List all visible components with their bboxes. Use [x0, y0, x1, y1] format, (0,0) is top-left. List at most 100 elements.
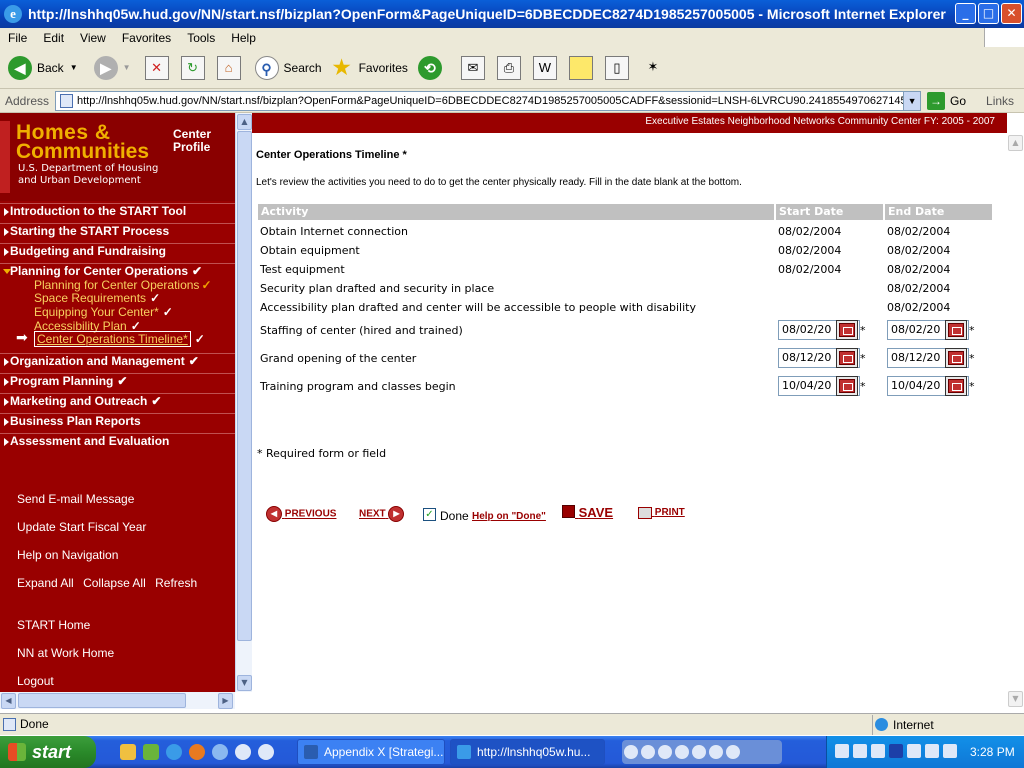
- calendar-icon[interactable]: [836, 348, 858, 368]
- media-player-toolbar[interactable]: [622, 740, 782, 764]
- media-back-icon[interactable]: [692, 745, 706, 759]
- edit-icon[interactable]: W: [532, 55, 557, 80]
- back-dropdown-icon[interactable]: ▼: [70, 63, 78, 72]
- quicklaunch-ie-icon[interactable]: [166, 744, 182, 760]
- quicklaunch-icon[interactable]: [212, 744, 228, 760]
- next-button[interactable]: NEXT ▶: [359, 506, 405, 522]
- scroll-up-icon[interactable]: ▲: [1008, 135, 1023, 151]
- collapse-all-link[interactable]: Collapse All: [83, 576, 146, 590]
- tray-network-icon[interactable]: [835, 744, 849, 758]
- help-done-link[interactable]: Help on "Done": [472, 511, 546, 522]
- calendar-icon[interactable]: [945, 320, 967, 340]
- favorites-button[interactable]: ★ Favorites: [330, 56, 408, 80]
- scroll-down-icon[interactable]: ▼: [1008, 691, 1023, 707]
- forward-dropdown-icon[interactable]: ▼: [123, 63, 131, 72]
- scroll-left-icon[interactable]: ◀: [1, 693, 16, 709]
- nav-introduction[interactable]: Introduction to the START Tool: [0, 204, 186, 218]
- media-stop-icon[interactable]: [675, 745, 689, 759]
- done-checkbox[interactable]: ✓: [423, 508, 436, 521]
- calendar-icon[interactable]: [945, 376, 967, 396]
- stop-icon[interactable]: ✕: [144, 55, 169, 80]
- tray-icon[interactable]: [853, 744, 867, 758]
- search-button[interactable]: ⚲ Search: [254, 55, 322, 80]
- media-pause-icon[interactable]: [658, 745, 672, 759]
- nn-home-link[interactable]: NN at Work Home: [17, 646, 114, 660]
- scroll-right-icon[interactable]: ▶: [218, 693, 233, 709]
- expand-all-link[interactable]: Expand All: [17, 576, 74, 590]
- window-titlebar[interactable]: e http://lnshhq05w.hud.gov/NN/start.nsf/…: [0, 0, 1024, 28]
- nav-budgeting[interactable]: Budgeting and Fundraising: [0, 244, 166, 258]
- media-play-icon[interactable]: [641, 745, 655, 759]
- scroll-thumb[interactable]: [237, 131, 252, 641]
- scroll-up-icon[interactable]: ▲: [237, 114, 252, 130]
- sub-center-ops-timeline[interactable]: Center Operations Timeline* ✓: [34, 331, 205, 347]
- menu-view[interactable]: View: [72, 31, 114, 45]
- nav-marketing[interactable]: Marketing and Outreach ✔: [0, 394, 161, 408]
- minimize-button[interactable]: _: [955, 3, 976, 24]
- start-button[interactable]: start: [0, 736, 96, 768]
- nav-business-plan-reports[interactable]: Business Plan Reports: [0, 414, 141, 428]
- logout-link[interactable]: Logout: [17, 674, 54, 688]
- tray-icon[interactable]: [907, 744, 921, 758]
- menu-tools[interactable]: Tools: [179, 31, 223, 45]
- tray-media-icon[interactable]: [889, 744, 903, 758]
- sidebar-horizontal-scrollbar[interactable]: ◀ ▶: [0, 692, 235, 709]
- forward-button[interactable]: ▶ ▼: [86, 55, 131, 80]
- sidebar-vertical-scrollbar[interactable]: ▲ ▼: [235, 113, 252, 692]
- nav-starting-start[interactable]: Starting the START Process: [0, 224, 169, 238]
- media-volume-icon[interactable]: [726, 745, 740, 759]
- help-navigation-link[interactable]: Help on Navigation: [17, 548, 118, 562]
- history-icon[interactable]: ⟲: [417, 55, 442, 80]
- media-prev-icon[interactable]: [624, 745, 638, 759]
- task-word-document[interactable]: Appendix X [Strategi...: [297, 739, 445, 765]
- scroll-thumb[interactable]: [18, 693, 186, 708]
- menu-edit[interactable]: Edit: [35, 31, 72, 45]
- sub-space-requirements[interactable]: Space Requirements ✓: [34, 291, 160, 305]
- research-icon[interactable]: ▯: [604, 55, 629, 80]
- address-input[interactable]: http://lnshhq05w.hud.gov/NN/start.nsf/bi…: [55, 90, 922, 111]
- address-dropdown-icon[interactable]: ▼: [903, 91, 921, 110]
- tray-icon[interactable]: [943, 744, 957, 758]
- taskbar-clock[interactable]: 3:28 PM: [970, 736, 1015, 768]
- messenger-icon[interactable]: ✶: [641, 56, 665, 80]
- home-icon[interactable]: ⌂: [216, 55, 241, 80]
- calendar-icon[interactable]: [945, 348, 967, 368]
- task-internet-explorer[interactable]: http://lnshhq05w.hu...: [450, 739, 605, 765]
- print-button[interactable]: PRINT: [638, 507, 685, 519]
- tray-icon[interactable]: [925, 744, 939, 758]
- calendar-icon[interactable]: [836, 320, 858, 340]
- menu-help[interactable]: Help: [223, 31, 264, 45]
- update-fiscal-year-link[interactable]: Update Start Fiscal Year: [17, 520, 146, 534]
- links-label[interactable]: Links: [986, 94, 1014, 108]
- refresh-icon[interactable]: ↻: [180, 55, 205, 80]
- send-email-link[interactable]: Send E-mail Message: [17, 492, 134, 506]
- back-button[interactable]: ◀ Back ▼: [8, 55, 78, 80]
- save-button[interactable]: SAVE: [562, 505, 613, 520]
- start-home-link[interactable]: START Home: [17, 618, 90, 632]
- quicklaunch-icon[interactable]: [120, 744, 136, 760]
- calendar-icon[interactable]: [836, 376, 858, 396]
- tray-icon[interactable]: [871, 744, 885, 758]
- quicklaunch-icon[interactable]: [143, 744, 159, 760]
- nav-organization[interactable]: Organization and Management ✔: [0, 354, 199, 368]
- sub-equipping-center[interactable]: Equipping Your Center* ✓: [34, 305, 173, 319]
- mail-icon[interactable]: ✉: [460, 55, 485, 80]
- quicklaunch-icon[interactable]: [258, 744, 274, 760]
- print-icon[interactable]: ⎙: [496, 55, 521, 80]
- maximize-button[interactable]: □: [978, 3, 999, 24]
- nav-program-planning[interactable]: Program Planning ✔: [0, 374, 127, 388]
- menu-file[interactable]: File: [0, 31, 35, 45]
- quicklaunch-firefox-icon[interactable]: [189, 744, 205, 760]
- refresh-link[interactable]: Refresh: [155, 576, 197, 590]
- menu-favorites[interactable]: Favorites: [114, 31, 179, 45]
- scroll-down-icon[interactable]: ▼: [237, 675, 252, 691]
- center-profile-link[interactable]: Center Profile: [173, 128, 223, 154]
- sub-planning-center-ops[interactable]: Planning for Center Operations ✓: [34, 278, 212, 292]
- media-next-icon[interactable]: [709, 745, 723, 759]
- close-button[interactable]: ✕: [1001, 3, 1022, 24]
- quicklaunch-icon[interactable]: [235, 744, 251, 760]
- previous-button[interactable]: ◀ PREVIOUS: [266, 506, 336, 522]
- page-vertical-scrollbar[interactable]: ▲ ▼: [1007, 133, 1024, 709]
- nav-assessment[interactable]: Assessment and Evaluation: [0, 434, 169, 448]
- discuss-icon[interactable]: [568, 55, 593, 80]
